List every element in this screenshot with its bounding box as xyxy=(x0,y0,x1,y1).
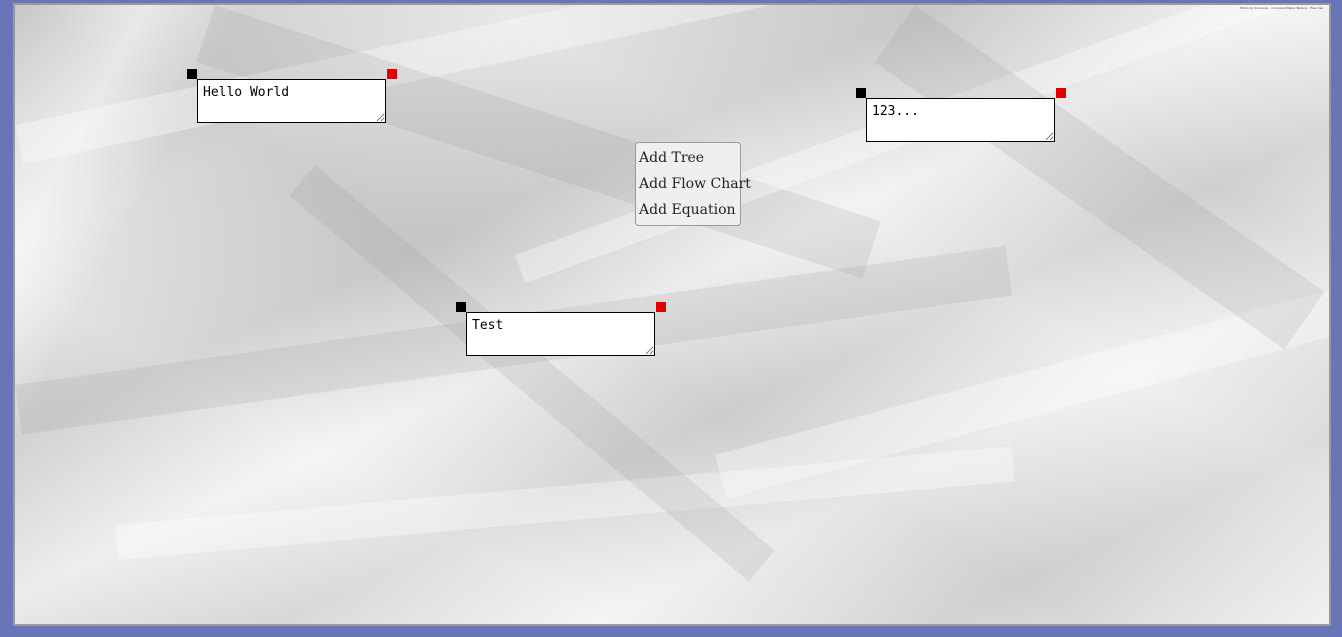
note-textarea[interactable]: Test xyxy=(466,312,655,356)
text-note: 123... xyxy=(856,88,1066,142)
text-note: Test xyxy=(456,302,666,356)
image-credit: Photo by Someone · Crumpled Paper Textur… xyxy=(1240,6,1323,10)
close-icon[interactable] xyxy=(1056,88,1066,98)
move-handle-icon[interactable] xyxy=(456,302,466,312)
menu-item-add-tree[interactable]: Add Tree xyxy=(639,145,740,171)
text-note: Hello World xyxy=(187,69,397,123)
menu-item-add-equation[interactable]: Add Equation xyxy=(639,197,740,223)
close-icon[interactable] xyxy=(656,302,666,312)
move-handle-icon[interactable] xyxy=(856,88,866,98)
note-textarea[interactable]: 123... xyxy=(866,98,1055,142)
note-textarea[interactable]: Hello World xyxy=(197,79,386,123)
move-handle-icon[interactable] xyxy=(187,69,197,79)
context-menu: Add Tree Add Flow Chart Add Equation xyxy=(635,142,751,226)
close-icon[interactable] xyxy=(387,69,397,79)
menu-item-add-flow-chart[interactable]: Add Flow Chart xyxy=(639,171,751,197)
